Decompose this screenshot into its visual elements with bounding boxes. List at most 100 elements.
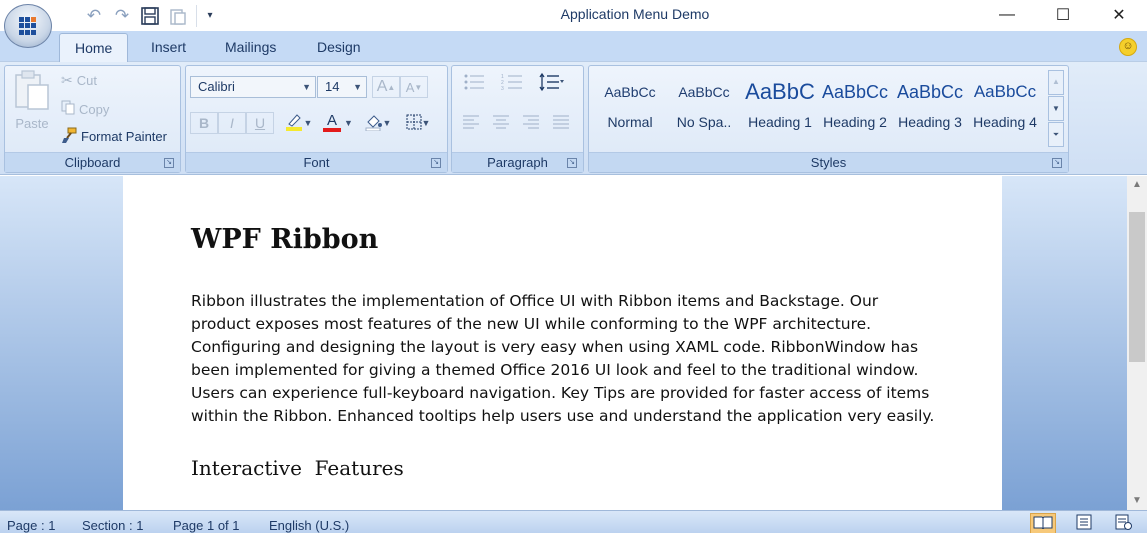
status-page-count: Page 1 of 1: [173, 518, 240, 533]
bullet-list-icon: [463, 73, 485, 94]
align-right-icon: [522, 115, 540, 132]
chevron-down-icon: ▼: [353, 82, 362, 92]
font-launcher-icon[interactable]: ↘: [431, 158, 441, 168]
smiley-icon[interactable]: ☺: [1119, 38, 1137, 56]
status-page: Page : 1: [7, 518, 56, 533]
font-group: Calibri ▼ 14 ▼ A ▲ A ▼ B I U ▼ A ▼ ▼ ▼ F…: [185, 65, 448, 173]
grow-font-button[interactable]: A ▲: [372, 76, 400, 98]
tab-home[interactable]: Home: [59, 33, 129, 63]
style-preview: AaBbCc: [896, 82, 964, 102]
align-center-icon: [492, 115, 510, 132]
font-family-value: Calibri: [198, 79, 235, 94]
window-controls: — ☐ ✕: [979, 0, 1147, 30]
bullets-button[interactable]: [456, 72, 492, 94]
clipboard-launcher-icon[interactable]: ↘: [164, 158, 174, 168]
paragraph-caption: Paragraph ↘: [452, 152, 583, 172]
shading-button[interactable]: ▼: [360, 112, 396, 134]
numbered-list-icon: 123: [501, 73, 523, 94]
style-name: Normal: [607, 114, 653, 130]
underline-button[interactable]: U: [246, 112, 274, 134]
chevron-down-icon: ▼: [302, 82, 311, 92]
ribbon-panel: Paste ✂ Cut Copy Format Painter Clipboar…: [0, 62, 1147, 175]
scissors-icon: ✂: [61, 72, 73, 88]
font-size-combo[interactable]: 14 ▼: [317, 76, 367, 98]
styles-group: AaBbCc Normal AaBbCc No Spa.. AaBbC Head…: [588, 65, 1069, 173]
minimize-button[interactable]: —: [979, 0, 1035, 30]
font-color-icon: A: [323, 113, 342, 132]
align-center-button[interactable]: [486, 112, 516, 134]
format-painter-label: Format Painter: [81, 129, 167, 144]
style-heading-4[interactable]: AaBbCc Heading 4: [968, 72, 1042, 148]
status-bar: Page : 1 Section : 1 Page 1 of 1 English…: [0, 510, 1147, 533]
svg-text:3: 3: [501, 86, 504, 91]
style-heading-3[interactable]: AaBbCc Heading 3: [893, 72, 967, 148]
page-layout-icon: [1076, 514, 1092, 533]
style-heading-2[interactable]: AaBbCc Heading 2: [818, 72, 892, 148]
gallery-expand-icon[interactable]: ⏷: [1048, 122, 1064, 147]
style-heading-1[interactable]: AaBbC Heading 1: [743, 72, 817, 148]
style-preview: AaBbC: [745, 79, 815, 104]
paste-button[interactable]: Paste: [11, 69, 53, 139]
highlighter-icon: [284, 112, 304, 135]
gallery-scroll-down-icon[interactable]: ▼: [1048, 96, 1064, 121]
document-subheading: Interactive Features: [191, 456, 404, 480]
web-layout-icon: [1115, 514, 1133, 533]
format-painter-button[interactable]: Format Painter: [61, 127, 167, 146]
font-size-value: 14: [325, 79, 340, 94]
tab-insert[interactable]: Insert: [136, 33, 201, 62]
application-menu-button[interactable]: [4, 4, 52, 48]
highlight-color-button[interactable]: ▼: [280, 112, 316, 134]
scroll-down-icon[interactable]: ▼: [1127, 492, 1147, 510]
maximize-button[interactable]: ☐: [1035, 0, 1091, 30]
vertical-scrollbar[interactable]: ▲ ▼: [1127, 176, 1147, 510]
font-color-button[interactable]: A ▼: [320, 112, 356, 134]
gallery-scroll-up-icon[interactable]: ▲: [1048, 70, 1064, 95]
title-bar: ↶ ↷ ▾ Application Menu Demo — ☐ ✕: [0, 0, 1147, 31]
scrollbar-thumb[interactable]: [1129, 212, 1145, 362]
read-mode-button[interactable]: [1030, 513, 1056, 533]
paragraph-launcher-icon[interactable]: ↘: [567, 158, 577, 168]
print-layout-button[interactable]: [1071, 513, 1097, 533]
justify-icon: [552, 115, 570, 132]
copy-label: Copy: [79, 101, 110, 117]
book-icon: [1033, 515, 1053, 532]
copy-button[interactable]: Copy: [61, 100, 109, 118]
close-button[interactable]: ✕: [1091, 0, 1147, 30]
ribbon-tab-row: Home Insert Mailings Design ☺: [0, 31, 1147, 63]
numbering-button[interactable]: 123: [494, 72, 530, 94]
font-family-combo[interactable]: Calibri ▼: [190, 76, 316, 98]
shrink-font-button[interactable]: A ▼: [400, 76, 428, 98]
style-normal[interactable]: AaBbCc Normal: [593, 72, 667, 148]
chevron-down-icon: ▼: [344, 118, 353, 128]
web-layout-button[interactable]: [1111, 513, 1137, 533]
clipboard-group: Paste ✂ Cut Copy Format Painter Clipboar…: [4, 65, 181, 173]
paragraph-group: 123 Paragraph ↘: [451, 65, 584, 173]
chevron-down-icon: ▼: [421, 118, 431, 128]
copy-icon: [61, 100, 75, 118]
styles-caption: Styles ↘: [589, 152, 1068, 172]
italic-button[interactable]: I: [218, 112, 246, 134]
tab-design[interactable]: Design: [302, 33, 376, 62]
clipboard-caption: Clipboard ↘: [5, 152, 180, 172]
tab-mailings[interactable]: Mailings: [210, 33, 291, 62]
borders-button[interactable]: ▼: [400, 112, 436, 134]
document-area: WPF Ribbon Ribbon illustrates the implem…: [0, 176, 1127, 510]
style-name: Heading 2: [823, 114, 887, 130]
bold-button[interactable]: B: [190, 112, 218, 134]
line-spacing-button[interactable]: [534, 72, 570, 94]
cut-button[interactable]: ✂ Cut: [61, 72, 97, 89]
document-page[interactable]: WPF Ribbon Ribbon illustrates the implem…: [123, 176, 1002, 510]
line-spacing-icon: [539, 72, 565, 95]
status-section: Section : 1: [82, 518, 144, 533]
paste-label: Paste: [15, 116, 49, 131]
justify-button[interactable]: [546, 112, 576, 134]
style-no-spacing[interactable]: AaBbCc No Spa..: [667, 72, 741, 148]
align-left-button[interactable]: [456, 112, 486, 134]
chevron-down-icon: ▼: [382, 118, 392, 128]
scroll-up-icon[interactable]: ▲: [1127, 176, 1147, 194]
style-preview: AaBbCc: [821, 82, 889, 102]
styles-launcher-icon[interactable]: ↘: [1052, 158, 1062, 168]
paste-large-icon: [15, 70, 49, 110]
format-painter-icon: [61, 127, 77, 146]
align-right-button[interactable]: [516, 112, 546, 134]
